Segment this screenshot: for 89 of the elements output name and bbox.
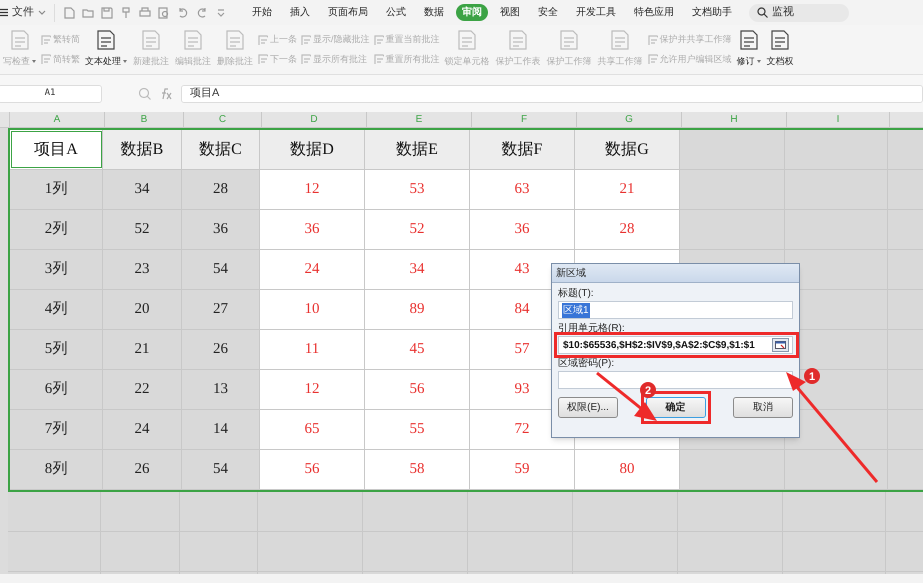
note-icon — [301, 54, 311, 64]
note-icon — [41, 54, 51, 64]
ribbon-button[interactable]: 文档权 — [764, 25, 797, 74]
table-cell: 52 — [365, 210, 470, 249]
ribbon-tab[interactable]: 特色应用 — [628, 4, 680, 21]
table-cell: 55 — [365, 410, 470, 449]
undo-icon — [177, 6, 189, 18]
search-field[interactable]: 监视 — [749, 4, 849, 22]
table-cell: 数据D — [260, 130, 365, 169]
table-cell: 80 — [575, 450, 680, 489]
column-header[interactable]: A — [10, 112, 105, 127]
table-cell: 36 — [260, 210, 365, 249]
table-cell: 59 — [470, 450, 575, 489]
step-badge: 2 — [640, 382, 656, 398]
preview-icon — [158, 6, 170, 18]
table-cell: 56 — [365, 370, 470, 409]
ribbon-tab[interactable]: 插入 — [284, 4, 316, 21]
table-cell: 数据C — [182, 130, 260, 169]
column-header[interactable]: E — [367, 112, 472, 127]
table-cell: 11 — [260, 330, 365, 369]
table-cell: 项目A — [10, 130, 103, 169]
save-icon — [101, 6, 113, 18]
table-cell: 24 — [260, 250, 365, 289]
brush-icon — [120, 6, 132, 18]
table-cell: 36 — [470, 210, 575, 249]
table-cell: 28 — [575, 210, 680, 249]
table-cell: 53 — [365, 170, 470, 209]
table-cell: 12 — [260, 170, 365, 209]
function-icon — [159, 88, 173, 100]
step-badge: 1 — [804, 368, 820, 384]
table-cell: 45 — [365, 330, 470, 369]
range-picker-button[interactable] — [772, 338, 789, 352]
table-cell: 12 — [260, 370, 365, 409]
input-field[interactable]: 区域1 — [558, 301, 793, 319]
table-cell: 56 — [260, 450, 365, 489]
dialog-button[interactable]: 取消 — [733, 397, 793, 418]
print-icon — [139, 6, 151, 18]
ribbon-tab[interactable]: 数据 — [418, 4, 450, 21]
column-header[interactable]: D — [262, 112, 367, 127]
menu-icon — [0, 8, 8, 17]
note-icon — [258, 54, 268, 64]
dropdown-icon — [215, 6, 227, 18]
ribbon-button[interactable]: 修订 — [734, 25, 764, 74]
dialog-button[interactable]: 确定 — [646, 397, 706, 418]
table-cell: 数据B — [103, 130, 182, 169]
ribbon-tab[interactable]: 安全 — [532, 4, 564, 21]
note-icon — [258, 34, 268, 45]
column-header[interactable]: G — [577, 112, 682, 127]
redo-icon — [196, 6, 208, 18]
ribbon-tab[interactable]: 开始 — [246, 4, 278, 21]
search-icon — [757, 7, 768, 18]
column-header[interactable]: C — [184, 112, 262, 127]
input-field[interactable]: $10:$65536,$H$2:$IV$9,$A$2:$C$9,$1:$1 — [558, 336, 793, 354]
column-header[interactable]: F — [472, 112, 577, 127]
table-cell: 89 — [365, 290, 470, 329]
note-icon — [301, 34, 311, 45]
table-cell: 数据F — [470, 130, 575, 169]
dialog-button[interactable]: 权限(E)... — [558, 397, 618, 418]
table-cell: 34 — [365, 250, 470, 289]
ribbon-tab[interactable]: 开发工具 — [570, 4, 622, 21]
zoom-icon — [138, 87, 151, 100]
note-icon — [648, 34, 658, 45]
note-icon — [648, 54, 658, 64]
ribbon-tab[interactable]: 页面布局 — [322, 4, 374, 21]
table-cell: 10 — [260, 290, 365, 329]
note-icon — [41, 34, 51, 45]
ribbon-button[interactable]: 文本处理 — [82, 25, 130, 74]
table-cell: 65 — [260, 410, 365, 449]
table-cell: 58 — [365, 450, 470, 489]
note-icon — [374, 34, 384, 45]
dialog-title: 新区域 — [552, 264, 799, 283]
name-box[interactable]: A1 — [0, 84, 102, 102]
ribbon-tab[interactable]: 视图 — [494, 4, 526, 21]
column-header[interactable]: H — [682, 112, 787, 127]
table-cell: 63 — [470, 170, 575, 209]
table-cell: 数据G — [575, 130, 680, 169]
ribbon-tab[interactable]: 文档助手 — [686, 4, 738, 21]
file-menu[interactable]: 文件 — [12, 4, 34, 21]
caret-icon — [38, 10, 46, 16]
folder-icon — [82, 6, 94, 18]
note-icon — [374, 54, 384, 64]
ribbon-tab[interactable]: 公式 — [380, 4, 412, 21]
formula-field[interactable]: 项目A — [181, 84, 923, 102]
table-cell: 数据E — [365, 130, 470, 169]
column-header[interactable]: I — [787, 112, 890, 127]
table-cell: 21 — [575, 170, 680, 209]
column-header[interactable]: B — [105, 112, 184, 127]
ribbon-tab[interactable]: 审阅 — [456, 4, 488, 21]
new-file-icon — [63, 6, 75, 18]
